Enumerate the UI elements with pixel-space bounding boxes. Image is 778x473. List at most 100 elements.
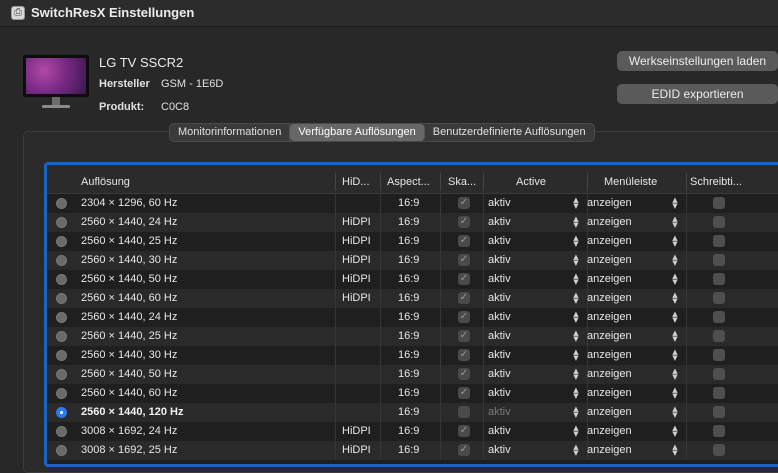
- scaled-checkbox[interactable]: ✓: [458, 292, 470, 304]
- menubar-select[interactable]: anzeigen: [587, 384, 632, 403]
- select-radio[interactable]: [56, 388, 67, 399]
- scaled-checkbox[interactable]: ✓: [458, 368, 470, 380]
- table-row[interactable]: 2560 × 1440, 25 Hz 16:9 ✓ aktiv ▲ ▼ anzeigen ▲ ▼: [47, 327, 778, 346]
- active-select[interactable]: aktiv: [488, 270, 511, 289]
- scaled-checkbox[interactable]: ✓: [458, 254, 470, 266]
- table-row[interactable]: 2560 × 1440, 25 Hz HiDPI 16:9 ✓ aktiv ▲ ▼ anzei…: [47, 232, 778, 251]
- export-edid-button[interactable]: EDID exportieren: [617, 84, 778, 104]
- menubar-select[interactable]: anzeigen: [587, 308, 632, 327]
- active-stepper-icon[interactable]: ▲ ▼: [572, 368, 580, 381]
- scaled-checkbox[interactable]: ✓: [458, 330, 470, 342]
- column-header-active[interactable]: Active: [516, 165, 546, 193]
- table-row[interactable]: 2560 × 1440, 24 Hz 16:9 ✓ aktiv ▲ ▼ anzeigen ▲ ▼: [47, 308, 778, 327]
- select-radio[interactable]: [56, 350, 67, 361]
- select-radio[interactable]: [56, 331, 67, 342]
- menubar-select[interactable]: anzeigen: [587, 213, 632, 232]
- desktop-checkbox[interactable]: [713, 349, 725, 361]
- active-select[interactable]: aktiv: [488, 384, 511, 403]
- active-select[interactable]: aktiv: [488, 327, 511, 346]
- table-row[interactable]: 3008 × 1692, 24 Hz HiDPI 16:9 ✓ aktiv ▲ ▼ anzei…: [47, 422, 778, 441]
- select-radio[interactable]: [56, 293, 67, 304]
- menubar-stepper-icon[interactable]: ▲ ▼: [671, 273, 679, 286]
- table-row[interactable]: 2560 × 1440, 50 Hz 16:9 ✓ aktiv ▲ ▼ anzeigen ▲ ▼: [47, 365, 778, 384]
- select-radio[interactable]: [56, 312, 67, 323]
- desktop-checkbox[interactable]: [713, 235, 725, 247]
- active-select[interactable]: aktiv: [488, 289, 511, 308]
- menubar-stepper-icon[interactable]: ▲ ▼: [671, 197, 679, 210]
- desktop-checkbox[interactable]: [713, 444, 725, 456]
- desktop-checkbox[interactable]: [713, 292, 725, 304]
- menubar-select[interactable]: anzeigen: [587, 365, 632, 384]
- menubar-select[interactable]: anzeigen: [587, 422, 632, 441]
- select-radio[interactable]: [56, 426, 67, 437]
- active-select[interactable]: aktiv: [488, 194, 511, 213]
- menubar-stepper-icon[interactable]: ▲ ▼: [671, 425, 679, 438]
- select-radio[interactable]: [56, 198, 67, 209]
- menubar-stepper-icon[interactable]: ▲ ▼: [671, 254, 679, 267]
- menubar-select[interactable]: anzeigen: [587, 251, 632, 270]
- scaled-checkbox[interactable]: ✓: [458, 235, 470, 247]
- active-stepper-icon[interactable]: ▲ ▼: [572, 349, 580, 362]
- table-row[interactable]: 2560 × 1440, 24 Hz HiDPI 16:9 ✓ aktiv ▲ ▼ anzei…: [47, 213, 778, 232]
- scaled-checkbox[interactable]: ✓: [458, 444, 470, 456]
- column-header-resolution[interactable]: Auflösung: [81, 165, 130, 193]
- active-stepper-icon[interactable]: ▲ ▼: [572, 406, 580, 419]
- column-header-scaled[interactable]: Ska...: [448, 165, 476, 193]
- scaled-checkbox[interactable]: ✓: [458, 425, 470, 437]
- table-row[interactable]: 2560 × 1440, 120 Hz 16:9 aktiv ▲ ▼ anzeigen ▲ ▼: [47, 403, 778, 422]
- scaled-checkbox[interactable]: ✓: [458, 387, 470, 399]
- desktop-checkbox[interactable]: [713, 406, 725, 418]
- table-row[interactable]: 2560 × 1440, 60 Hz HiDPI 16:9 ✓ aktiv ▲ ▼ anzei…: [47, 289, 778, 308]
- select-radio[interactable]: [56, 236, 67, 247]
- desktop-checkbox[interactable]: [713, 197, 725, 209]
- desktop-checkbox[interactable]: [713, 254, 725, 266]
- active-stepper-icon[interactable]: ▲ ▼: [572, 311, 580, 324]
- table-row[interactable]: 3008 × 1692, 25 Hz HiDPI 16:9 ✓ aktiv ▲ ▼ anzei…: [47, 441, 778, 460]
- table-row[interactable]: 2560 × 1440, 30 Hz HiDPI 16:9 ✓ aktiv ▲ ▼ anzei…: [47, 251, 778, 270]
- menubar-select[interactable]: anzeigen: [587, 270, 632, 289]
- tab-custom-resolutions[interactable]: Benutzerdefinierte Auflösungen: [425, 124, 594, 141]
- active-stepper-icon[interactable]: ▲ ▼: [572, 273, 580, 286]
- desktop-checkbox[interactable]: [713, 216, 725, 228]
- active-select[interactable]: aktiv: [488, 308, 511, 327]
- active-select[interactable]: aktiv: [488, 422, 511, 441]
- column-header-menubar[interactable]: Menüleiste: [604, 165, 657, 193]
- active-select[interactable]: aktiv: [488, 441, 511, 460]
- menubar-stepper-icon[interactable]: ▲ ▼: [671, 292, 679, 305]
- menubar-stepper-icon[interactable]: ▲ ▼: [671, 349, 679, 362]
- active-select[interactable]: aktiv: [488, 213, 511, 232]
- table-row[interactable]: 2560 × 1440, 60 Hz 16:9 ✓ aktiv ▲ ▼ anzeigen ▲ ▼: [47, 384, 778, 403]
- scaled-checkbox[interactable]: ✓: [458, 349, 470, 361]
- table-row[interactable]: 2560 × 1440, 30 Hz 16:9 ✓ aktiv ▲ ▼ anzeigen ▲ ▼: [47, 346, 778, 365]
- active-stepper-icon[interactable]: ▲ ▼: [572, 235, 580, 248]
- table-row[interactable]: 2304 × 1296, 60 Hz 16:9 ✓ aktiv ▲ ▼ anzeigen ▲ ▼: [47, 194, 778, 213]
- active-stepper-icon[interactable]: ▲ ▼: [572, 197, 580, 210]
- scaled-checkbox[interactable]: ✓: [458, 216, 470, 228]
- select-radio[interactable]: [56, 274, 67, 285]
- desktop-checkbox[interactable]: [713, 368, 725, 380]
- select-radio[interactable]: [56, 217, 67, 228]
- menubar-select[interactable]: anzeigen: [587, 289, 632, 308]
- active-select[interactable]: aktiv: [488, 251, 511, 270]
- active-stepper-icon[interactable]: ▲ ▼: [572, 216, 580, 229]
- tab-available-resolutions[interactable]: Verfügbare Auflösungen: [290, 124, 425, 141]
- menubar-select[interactable]: anzeigen: [587, 327, 632, 346]
- menubar-stepper-icon[interactable]: ▲ ▼: [671, 216, 679, 229]
- menubar-select[interactable]: anzeigen: [587, 403, 632, 422]
- tab-monitor-info[interactable]: Monitorinformationen: [170, 124, 291, 141]
- menubar-select[interactable]: anzeigen: [587, 232, 632, 251]
- menubar-stepper-icon[interactable]: ▲ ▼: [671, 406, 679, 419]
- desktop-checkbox[interactable]: [713, 387, 725, 399]
- select-radio[interactable]: [56, 445, 67, 456]
- menubar-select[interactable]: anzeigen: [587, 346, 632, 365]
- select-radio[interactable]: [56, 407, 67, 418]
- scaled-checkbox[interactable]: ✓: [458, 197, 470, 209]
- menubar-stepper-icon[interactable]: ▲ ▼: [671, 368, 679, 381]
- active-select[interactable]: aktiv: [488, 346, 511, 365]
- menubar-select[interactable]: anzeigen: [587, 194, 632, 213]
- active-select[interactable]: aktiv: [488, 403, 511, 422]
- menubar-stepper-icon[interactable]: ▲ ▼: [671, 387, 679, 400]
- column-header-desktop[interactable]: Schreibti...: [690, 165, 742, 193]
- active-select[interactable]: aktiv: [488, 365, 511, 384]
- menubar-select[interactable]: anzeigen: [587, 441, 632, 460]
